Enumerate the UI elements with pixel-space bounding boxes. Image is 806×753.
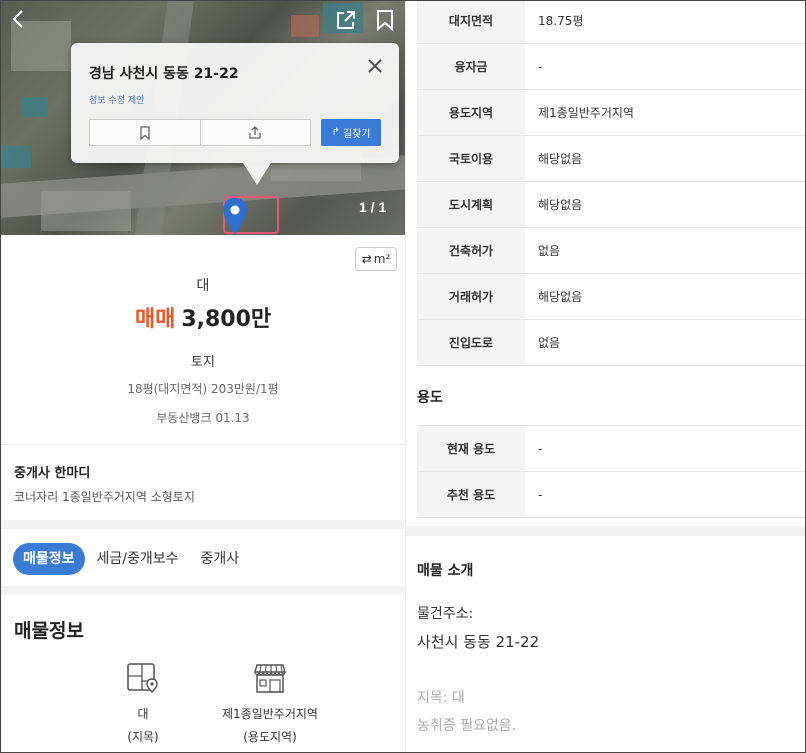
table-row: 추천 용도 - — [417, 472, 805, 518]
row-value: 해당없음 — [538, 290, 583, 304]
address-value: 사천시 동동 21-22 — [417, 633, 540, 651]
row-value: 제1종일반주거지역 — [538, 106, 634, 120]
unit-toggle-button[interactable]: ⇄ m² — [355, 247, 397, 271]
listing-info-heading: 매물정보 — [14, 620, 84, 642]
row-label: 추천 용도 — [417, 472, 525, 517]
unit-label: m² — [373, 252, 391, 266]
popup-bookmark-button[interactable] — [90, 120, 200, 145]
area-price-per-pyeong: 18평(대지면적) 203만원/1평 — [127, 382, 279, 396]
info-item-zoning: 제1종일반주거지역 (용도지역) — [195, 661, 345, 745]
bookmark-icon[interactable] — [375, 9, 395, 32]
table-row: 건축허가 없음 — [417, 228, 805, 274]
table-row: 용도지역 제1종일반주거지역 — [417, 90, 805, 136]
edit-info-link[interactable]: 정보 수정 제안 — [89, 93, 144, 106]
route-icon: ↱ — [331, 127, 340, 138]
price-value: 3,800만 — [181, 307, 272, 332]
section-divider — [1, 586, 405, 595]
popup-share-button[interactable] — [199, 120, 311, 145]
row-value: 없음 — [538, 244, 561, 258]
route-button[interactable]: ↱ 길찾기 — [321, 119, 381, 146]
price-summary: 대 매매 3,800만 토지 18평(대지면적) 203만원/1평 부동산뱅크 0… — [1, 275, 405, 426]
land-category-text: 지목: 대 — [417, 690, 465, 706]
photo-counter: 1 / 1 — [359, 199, 387, 215]
route-label: 길찾기 — [342, 129, 371, 140]
back-icon[interactable] — [9, 9, 29, 29]
table-row: 대지면적 18.75평 — [417, 1, 805, 44]
agent-comment-title: 중개사 한마디 — [14, 466, 91, 481]
table-row: 진입도로 없음 — [417, 320, 805, 366]
row-value: 18.75평 — [538, 14, 584, 28]
row-label: 건축허가 — [417, 228, 525, 273]
note-text: 농취증 필요없음. — [417, 718, 517, 734]
row-value: - — [538, 487, 543, 502]
zoning-value: 제1종일반주거지역 — [222, 707, 318, 721]
zoning-key: (용도지역) — [243, 730, 297, 744]
row-value: - — [538, 59, 543, 74]
deal-type: 매매 — [134, 307, 176, 332]
address-label: 물건주소: — [417, 606, 474, 622]
listing-source: 부동산뱅크 01.13 — [156, 411, 250, 425]
detail-panel: 대지면적 18.75평 융자금 - 용도지역 제1종일반주거지역 국토이용 해당없음 도… — [405, 1, 805, 752]
close-icon[interactable] — [365, 57, 385, 77]
bookmark-outline-icon — [140, 125, 150, 140]
usage-table: 현재 용도 - 추천 용도 - — [417, 425, 805, 518]
tab-tax-fee[interactable]: 세금/중개보수 — [87, 543, 189, 575]
price-line: 매매 3,800만 — [1, 301, 405, 333]
row-value: 없음 — [538, 336, 561, 350]
row-value: 해당없음 — [538, 198, 583, 212]
address-popup: 경남 사천시 동동 21-22 정보 수정 제안 ↱ 길찾기 — [71, 43, 399, 185]
row-label: 진입도로 — [417, 320, 525, 365]
row-value: 해당없음 — [538, 152, 583, 166]
row-label: 거래허가 — [417, 274, 525, 319]
table-row: 거래허가 해당없음 — [417, 274, 805, 320]
map-pin-icon — [126, 661, 160, 695]
tab-listing-info[interactable]: 매물정보 — [13, 543, 85, 575]
popup-title: 경남 사천시 동동 21-22 — [89, 66, 239, 82]
table-row: 국토이용 해당없음 — [417, 136, 805, 182]
share-arrow-icon — [249, 125, 261, 139]
table-row: 현재 용도 - — [417, 426, 805, 472]
row-label: 도시계획 — [417, 182, 525, 227]
info-tabs: 매물정보 세금/중개보수 중개사 — [13, 543, 251, 575]
land-type: 대 — [196, 278, 210, 294]
row-value: - — [538, 441, 543, 456]
intro-heading: 매물 소개 — [417, 563, 474, 579]
share-icon[interactable] — [335, 9, 357, 31]
location-pin-icon — [222, 197, 248, 235]
table-row: 융자금 - — [417, 44, 805, 90]
popup-action-group — [89, 119, 311, 146]
detail-table: 대지면적 18.75평 융자금 - 용도지역 제1종일반주거지역 국토이용 해당없음 도… — [417, 1, 805, 366]
row-label: 대지면적 — [417, 1, 525, 43]
satellite-map[interactable]: 경남 사천시 동동 21-22 정보 수정 제안 ↱ 길찾기 1 / 1 — [1, 1, 405, 235]
listing-panel: 경남 사천시 동동 21-22 정보 수정 제안 ↱ 길찾기 1 / 1 ⇄ m… — [1, 1, 405, 752]
row-label: 현재 용도 — [417, 426, 525, 471]
swap-icon: ⇄ — [361, 252, 372, 266]
row-label: 용도지역 — [417, 90, 525, 135]
agent-comment-text: 코너자리 1종일반주거지역 소형토지 — [14, 490, 195, 504]
table-row: 도시계획 해당없음 — [417, 182, 805, 228]
divider — [1, 444, 405, 445]
property-category: 토지 — [191, 355, 215, 370]
section-divider — [1, 520, 405, 529]
row-label: 국토이용 — [417, 136, 525, 181]
usage-heading: 용도 — [417, 390, 443, 406]
tab-agent[interactable]: 중개사 — [191, 543, 250, 575]
building-icon — [253, 661, 287, 695]
row-label: 융자금 — [417, 44, 525, 89]
section-divider — [406, 526, 805, 536]
